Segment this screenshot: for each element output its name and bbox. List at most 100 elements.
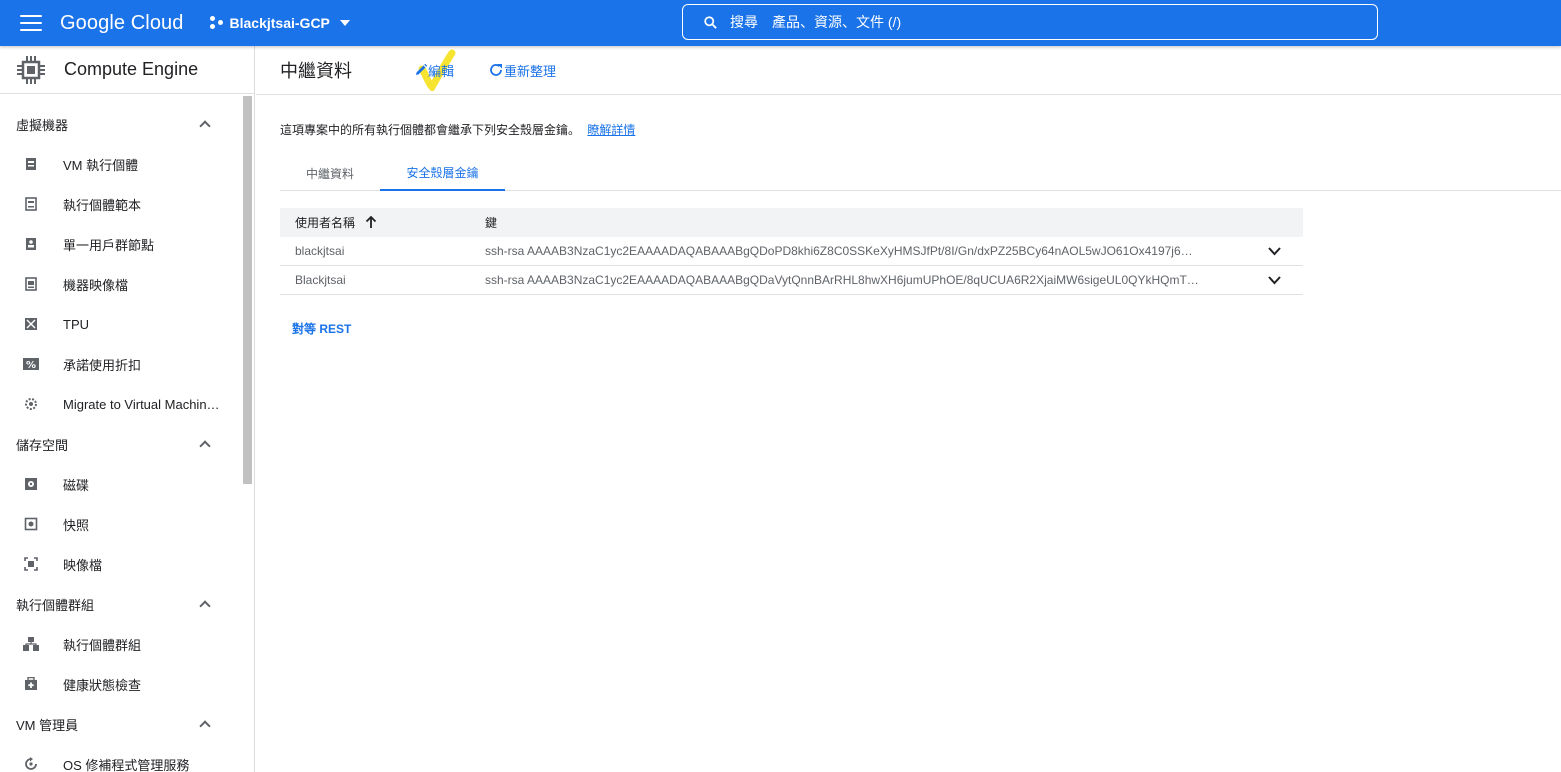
sidebar-item-label: 承諾使用折扣: [63, 357, 142, 373]
sidebar-item-os-patch[interactable]: OS 修補程式管理服務: [0, 744, 243, 772]
section-vm-manager[interactable]: VM 管理員: [0, 704, 243, 744]
chevron-up-icon: [199, 600, 211, 612]
sidebar-item-sole-tenant-nodes[interactable]: 單一用戶群節點: [0, 224, 243, 264]
refresh-label: 重新整理: [504, 63, 557, 79]
tpu-icon: [23, 316, 39, 332]
row-username: Blackjtsai: [295, 273, 346, 287]
sidebar-item-label: 機器映像檔: [63, 277, 129, 293]
column-key: 鍵: [485, 216, 498, 230]
tab-metadata[interactable]: 中繼資料: [280, 156, 380, 191]
sidebar-header: Compute Engine: [0, 46, 254, 94]
equivalent-rest-link[interactable]: 對等 REST: [292, 320, 351, 337]
sidebar-item-instance-groups[interactable]: 執行個體群組: [0, 624, 243, 664]
refresh-button[interactable]: 重新整理: [488, 61, 556, 80]
sidebar-item-label: OS 修補程式管理服務: [63, 757, 190, 772]
image-icon: [23, 556, 39, 572]
sidebar-item-migrate-to-vm[interactable]: Migrate to Virtual Machin…: [0, 384, 243, 424]
product-title: Compute Engine: [64, 59, 199, 79]
percent-icon: %: [23, 356, 39, 372]
project-icon: [209, 16, 224, 30]
edit-button[interactable]: 編輯: [414, 49, 456, 91]
chevron-down-icon: [1267, 246, 1281, 255]
search-placeholder: 產品、資源、文件 (/): [772, 14, 902, 30]
table-row: Blackjtsai ssh-rsa AAAAB3NzaC1yc2EAAAADA…: [280, 266, 1303, 295]
section-label: 虛擬機器: [16, 117, 69, 133]
vm-icon: [23, 156, 39, 172]
column-username[interactable]: 使用者名稱: [280, 214, 485, 231]
sidebar-scrollbar[interactable]: [243, 96, 252, 484]
sidebar-item-vm-instances[interactable]: VM 執行個體: [0, 144, 243, 184]
pencil-icon: [416, 63, 428, 75]
compute-engine-icon: [17, 55, 45, 84]
snapshot-icon: [23, 516, 39, 532]
chevron-up-icon: [199, 720, 211, 732]
dropdown-arrow-icon: [339, 20, 350, 26]
sidebar-item-snapshots[interactable]: 快照: [0, 504, 243, 544]
table-row: blackjtsai ssh-rsa AAAAB3NzaC1yc2EAAAADA…: [280, 237, 1303, 266]
search-bar[interactable]: 搜尋 產品、資源、文件 (/): [682, 4, 1378, 40]
sidebar-nav: 虛擬機器 VM 執行個體 執行個體範本 單一用戶群節點 機器映像檔 TPU % …: [0, 104, 243, 772]
top-app-bar: Google Cloud Blackjtsai-GCP 搜尋 產品、資源、文件 …: [0, 0, 1561, 46]
section-label: 執行個體群組: [16, 597, 95, 613]
svg-text:%: %: [26, 360, 36, 371]
section-storage[interactable]: 儲存空間: [0, 424, 243, 464]
sidebar-item-label: 映像檔: [63, 557, 103, 573]
template-icon: [23, 196, 39, 212]
edit-label: 編輯: [428, 63, 455, 79]
section-label: VM 管理員: [16, 717, 79, 733]
expand-row-button[interactable]: [1245, 275, 1303, 285]
menu-icon[interactable]: [20, 15, 42, 31]
sidebar-item-label: 單一用戶群節點: [63, 237, 155, 253]
search-label: 搜尋: [730, 14, 758, 30]
refresh-icon: [490, 64, 503, 76]
section-instance-groups[interactable]: 執行個體群組: [0, 584, 243, 624]
sidebar-item-label: 磁碟: [63, 477, 90, 493]
health-check-icon: [23, 676, 39, 692]
chevron-down-icon: [1267, 275, 1281, 284]
search-icon: [704, 15, 717, 29]
sidebar-item-machine-images[interactable]: 機器映像檔: [0, 264, 243, 304]
page-toolbar: 中繼資料 編輯 重新整理: [256, 46, 1561, 95]
sidebar-item-disks[interactable]: 磁碟: [0, 464, 243, 504]
row-key: ssh-rsa AAAAB3NzaC1yc2EAAAADAQABAAABgQDo…: [485, 244, 1193, 258]
sidebar-item-label: 健康狀態檢查: [63, 677, 142, 693]
description: 這項專案中的所有執行個體都會繼承下列安全殼層金鑰。 瞭解詳情: [280, 121, 635, 138]
tab-ssh-keys[interactable]: 安全殼層金鑰: [380, 156, 505, 191]
instance-group-icon: [23, 636, 39, 652]
sidebar-item-label: VM 執行個體: [63, 157, 139, 173]
migrate-icon: [23, 396, 39, 412]
machine-image-icon: [23, 276, 39, 292]
page-title: 中繼資料: [280, 61, 352, 81]
project-picker[interactable]: Blackjtsai-GCP: [209, 15, 350, 31]
sidebar-item-label: 執行個體範本: [63, 197, 142, 213]
os-patch-icon: [23, 756, 39, 772]
tab-bar: 中繼資料 安全殼層金鑰: [280, 156, 1561, 191]
sidebar-item-images[interactable]: 映像檔: [0, 544, 243, 584]
sidebar-item-label: Migrate to Virtual Machin…: [63, 396, 220, 412]
project-name: Blackjtsai-GCP: [229, 15, 330, 31]
row-username: blackjtsai: [295, 244, 345, 258]
column-username-label: 使用者名稱: [295, 216, 356, 230]
main-content: 中繼資料 編輯 重新整理 這項專案中的所有執行個體都會繼承下列安全殼層金鑰。 瞭…: [256, 46, 1561, 772]
google-cloud-logo[interactable]: Google Cloud: [60, 12, 184, 35]
expand-row-button[interactable]: [1245, 246, 1303, 256]
sidebar-item-label: 執行個體群組: [63, 637, 142, 653]
sidebar: Compute Engine 虛擬機器 VM 執行個體 執行個體範本 單一用戶群…: [0, 46, 255, 772]
chevron-up-icon: [199, 440, 211, 452]
sidebar-item-health-checks[interactable]: 健康狀態檢查: [0, 664, 243, 704]
chevron-up-icon: [199, 120, 211, 132]
sidebar-item-label: TPU: [63, 316, 89, 332]
row-key: ssh-rsa AAAAB3NzaC1yc2EAAAADAQABAAABgQDa…: [485, 273, 1199, 287]
table-header: 使用者名稱 鍵: [280, 208, 1303, 237]
disk-icon: [23, 476, 39, 492]
sidebar-item-instance-templates[interactable]: 執行個體範本: [0, 184, 243, 224]
description-text: 這項專案中的所有執行個體都會繼承下列安全殼層金鑰。: [280, 123, 581, 137]
ssh-keys-table: 使用者名稱 鍵 blackjtsai ssh-rsa AAAAB3NzaC1yc…: [280, 208, 1303, 295]
section-label: 儲存空間: [16, 437, 69, 453]
section-virtual-machines[interactable]: 虛擬機器: [0, 104, 243, 144]
sidebar-item-committed-use-discounts[interactable]: % 承諾使用折扣: [0, 344, 243, 384]
sidebar-item-label: 快照: [63, 517, 90, 533]
sidebar-item-tpu[interactable]: TPU: [0, 304, 243, 344]
sort-ascending-icon[interactable]: [365, 216, 377, 229]
learn-more-link[interactable]: 瞭解詳情: [587, 123, 635, 137]
